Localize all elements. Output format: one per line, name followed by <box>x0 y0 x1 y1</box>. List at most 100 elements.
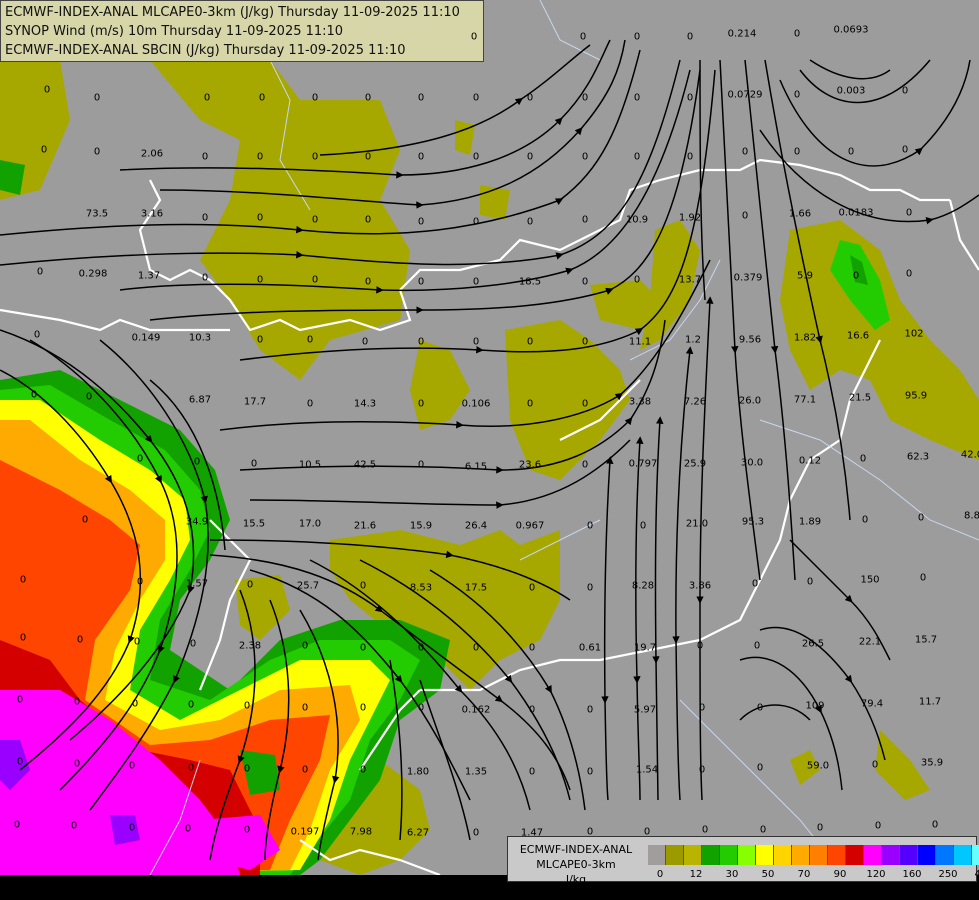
cin-value-label: 0 <box>33 329 41 341</box>
cin-value-label: 0 <box>579 31 587 43</box>
cin-value-label: 0.298 <box>78 268 108 280</box>
cin-value-label: 0 <box>793 146 801 158</box>
cin-value-label: 34.9 <box>185 516 209 528</box>
cin-value-label: 0 <box>85 391 93 403</box>
cin-value-label: 0 <box>581 459 589 471</box>
legend-color-bar <box>648 845 979 865</box>
cin-value-label: 0 <box>859 453 867 465</box>
title-wind: SYNOP Wind (m/s) 10m Thursday 11-09-2025… <box>5 24 344 39</box>
weather-map[interactable]: ECMWF-INDEX-ANAL MLCAPE0-3km (J/kg) Thur… <box>0 0 979 875</box>
cin-value-label: 0 <box>581 92 589 104</box>
cin-value-label: 0 <box>528 766 536 778</box>
cin-value-label: 0 <box>417 151 425 163</box>
cin-value-label: 7.98 <box>349 826 373 838</box>
cin-value-label: 3.86 <box>688 580 712 592</box>
cin-value-label: 0 <box>93 146 101 158</box>
cin-value-label: 5.97 <box>633 704 657 716</box>
cin-value-label: 0 <box>76 634 84 646</box>
cin-value-label: 0.162 <box>461 704 491 716</box>
cin-value-label: 0 <box>258 92 266 104</box>
cin-value-label: 0 <box>256 212 264 224</box>
cin-value-label: 1.66 <box>788 208 812 220</box>
cin-value-label: 0 <box>917 512 925 524</box>
cin-value-label: 0 <box>686 151 694 163</box>
cin-value-label: 10.5 <box>298 459 322 471</box>
cin-value-label: 0 <box>301 702 309 714</box>
legend-ticks: 0 12 30 50 70 90 120 160 250 400 <box>648 869 979 881</box>
cin-value-label: 79.4 <box>860 698 884 710</box>
cin-value-label: 0 <box>301 764 309 776</box>
cin-value-label: 0 <box>901 144 909 156</box>
cin-value-label: 0 <box>847 146 855 158</box>
cin-value-label: 25.9 <box>683 458 707 470</box>
cin-value-label: 0 <box>131 698 139 710</box>
cin-value-label: 0 <box>633 274 641 286</box>
cin-value-label: 0 <box>201 212 209 224</box>
cin-value-label: 35.9 <box>920 757 944 769</box>
cin-value-label: 0 <box>581 336 589 348</box>
legend-color-14 <box>900 845 918 865</box>
cin-value-label: 0 <box>19 632 27 644</box>
cin-value-label: 0 <box>246 579 254 591</box>
cin-value-label: 0 <box>472 642 480 654</box>
legend-color-0 <box>648 845 666 865</box>
cin-value-label: 8.28 <box>631 580 655 592</box>
color-legend: ECMWF-INDEX-ANAL MLCAPE0-3km J/kg 0 12 30 5… <box>507 836 979 886</box>
cin-value-label: 6.15 <box>464 461 488 473</box>
cin-value-label: 150 <box>860 574 880 586</box>
cin-value-label: 11.7 <box>918 696 942 708</box>
legend-color-15 <box>918 845 936 865</box>
cin-value-label: 0.197 <box>290 826 320 838</box>
cin-value-label: 0 <box>861 514 869 526</box>
legend-tick: 160 <box>902 869 922 880</box>
cin-value-label: 0 <box>16 694 24 706</box>
cin-value-label: 0 <box>73 758 81 770</box>
cin-value-label: 0 <box>364 151 372 163</box>
cin-value-label: 1.54 <box>635 764 659 776</box>
cin-value-label: 0 <box>201 272 209 284</box>
cin-value-label: 15.7 <box>914 634 938 646</box>
cin-value-label: 0 <box>417 459 425 471</box>
cin-value-label: 95.9 <box>904 390 928 402</box>
cin-value-label: 0 <box>361 336 369 348</box>
legend-tick: 90 <box>833 869 847 880</box>
cin-value-label: 2.38 <box>238 640 262 652</box>
cin-value-label: 0 <box>698 764 706 776</box>
legend-color-10 <box>828 845 846 865</box>
cin-value-label: 0 <box>526 92 534 104</box>
cin-value-label: 0 <box>128 760 136 772</box>
cin-value-label: 14.3 <box>353 398 377 410</box>
cin-value-label: 0 <box>417 336 425 348</box>
cin-value-label: 102 <box>904 328 924 340</box>
cin-value-label: 0 <box>256 334 264 346</box>
map-canvas <box>0 0 979 875</box>
cin-value-label: 0 <box>136 576 144 588</box>
cin-value-label: 0 <box>417 216 425 228</box>
cin-value-label: 0 <box>417 702 425 714</box>
cin-value-label: 0 <box>581 151 589 163</box>
legend-color-12 <box>864 845 882 865</box>
cin-value-label: 0 <box>759 824 767 836</box>
legend-color-11 <box>846 845 864 865</box>
cin-value-label: 2.06 <box>140 148 164 160</box>
cin-value-label: 0 <box>364 276 372 288</box>
cin-value-label: 6.87 <box>188 394 212 406</box>
cin-value-label: 0 <box>187 762 195 774</box>
cin-value-label: 0.0183 <box>838 207 874 219</box>
legend-source: ECMWF-INDEX-ANAL <box>519 843 633 856</box>
cin-value-label: 18.5 <box>518 276 542 288</box>
cin-value-label: 0 <box>359 580 367 592</box>
cin-value-label: 0.797 <box>628 458 658 470</box>
cin-value-label: 17.0 <box>298 518 322 530</box>
title-cin: ECMWF-INDEX-ANAL SBCIN (J/kg) Thursday 1… <box>5 43 406 58</box>
legend-unit: J/kg <box>565 873 587 886</box>
legend-tick: 250 <box>938 869 958 880</box>
cin-value-label: 0 <box>133 636 141 648</box>
cin-value-label: 26.0 <box>738 395 762 407</box>
cin-value-label: 0 <box>581 276 589 288</box>
legend-color-4 <box>720 845 738 865</box>
legend-tick: 0 <box>656 869 664 880</box>
cin-value-label: 1.92 <box>678 212 702 224</box>
cin-value-label: 21.0 <box>685 518 709 530</box>
cin-value-label: 0 <box>701 824 709 836</box>
